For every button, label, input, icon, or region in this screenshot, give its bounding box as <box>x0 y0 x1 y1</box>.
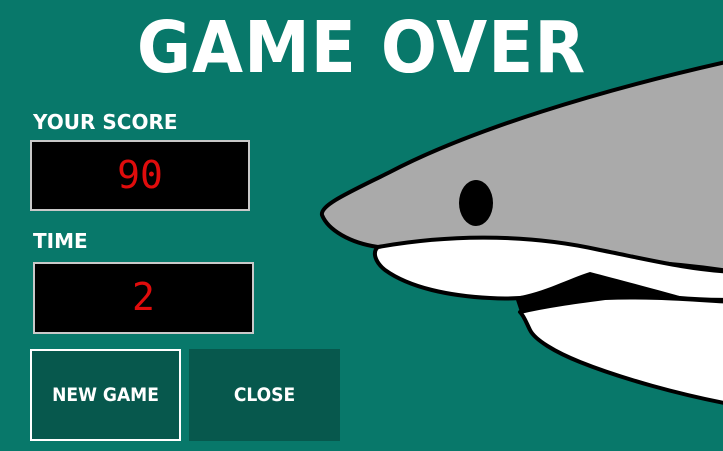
shark-lower-jaw <box>518 295 723 405</box>
score-display: 90 <box>30 140 250 211</box>
page-title: GAME OVER <box>136 5 587 90</box>
time-display: 2 <box>33 262 254 334</box>
shark-eye <box>459 180 493 226</box>
new-game-button[interactable]: NEW GAME <box>30 349 181 441</box>
time-label: TIME <box>33 229 88 253</box>
close-button[interactable]: CLOSE <box>189 349 340 441</box>
score-label: YOUR SCORE <box>33 110 178 134</box>
